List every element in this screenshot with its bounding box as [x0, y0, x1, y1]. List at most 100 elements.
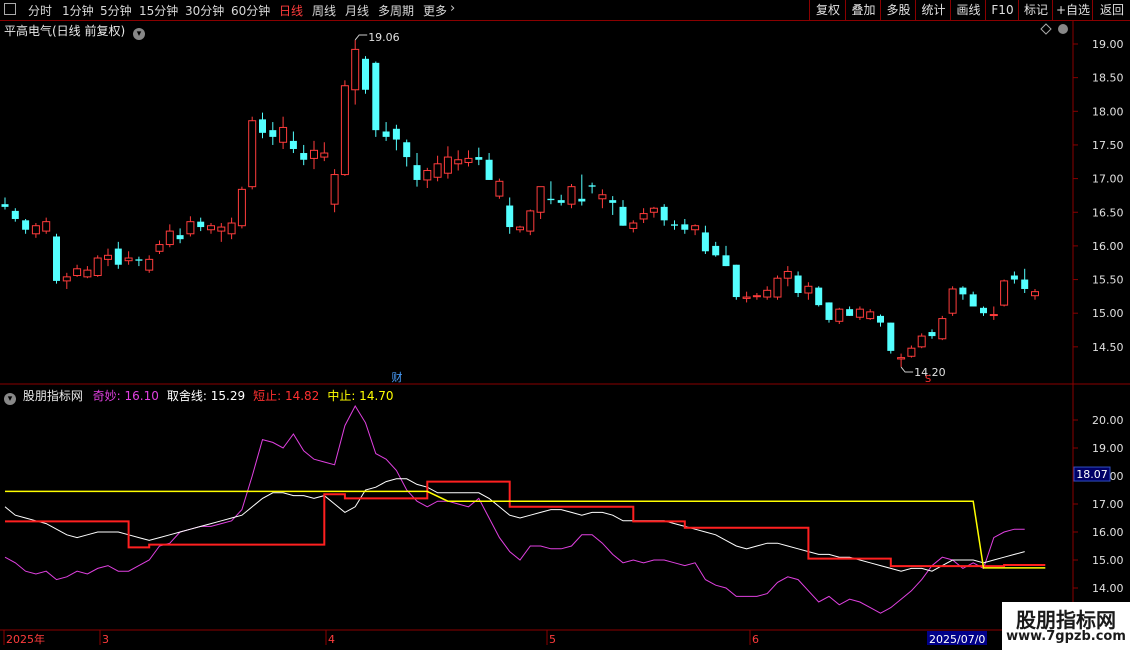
- candle-body: [969, 294, 977, 307]
- candle-body: [259, 119, 266, 133]
- candle: [578, 174, 586, 206]
- candle: [11, 208, 19, 222]
- toolbar-button-7[interactable]: +自选: [1052, 0, 1093, 20]
- candle: [289, 131, 297, 154]
- candle-body: [938, 318, 947, 340]
- toolbar-button-6[interactable]: 标记: [1018, 0, 1053, 20]
- candle: [989, 306, 998, 320]
- candle: [186, 216, 195, 237]
- date-label-4: 6: [752, 633, 759, 646]
- tab-6[interactable]: 日线: [279, 2, 303, 19]
- candle: [217, 223, 226, 242]
- tab-2[interactable]: 5分钟: [100, 2, 132, 19]
- toolbar-button-2[interactable]: 多股: [880, 0, 916, 20]
- more-chevron-icon[interactable]: ›: [450, 1, 455, 16]
- candle-body: [176, 235, 184, 240]
- candle-body: [732, 264, 740, 298]
- candle-body: [815, 287, 823, 306]
- candle-body: [794, 275, 802, 294]
- toolbar-button-5[interactable]: F10: [985, 0, 1019, 20]
- candle: [237, 186, 246, 229]
- candle: [846, 306, 854, 316]
- toolbar-button-0[interactable]: 复权: [809, 0, 846, 20]
- candle: [495, 178, 504, 199]
- toolbar-button-8[interactable]: 返回: [1092, 0, 1130, 20]
- candle: [443, 146, 452, 179]
- candle: [887, 322, 895, 354]
- candle-body: [526, 210, 535, 232]
- candle-body: [1000, 280, 1009, 306]
- candle-body: [269, 130, 277, 137]
- date-label-2: 4: [328, 633, 335, 646]
- candle-body: [773, 277, 782, 298]
- toolbar-button-4[interactable]: 画线: [950, 0, 986, 20]
- candle: [804, 282, 813, 300]
- candle-body: [855, 308, 864, 318]
- candle: [340, 80, 349, 176]
- candle-body: [567, 186, 576, 205]
- tab-0[interactable]: 分时: [28, 2, 52, 19]
- toolbar-menu-icon[interactable]: [4, 3, 16, 15]
- candle-body: [104, 254, 112, 260]
- toolbar-button-3[interactable]: 统计: [915, 0, 951, 20]
- candle-body: [443, 156, 452, 174]
- candle: [1, 197, 9, 210]
- indicator-field-2: 短止: 14.82: [253, 389, 320, 403]
- candle: [372, 61, 380, 137]
- candle-body: [660, 206, 668, 221]
- candle-body: [237, 188, 246, 227]
- candle: [207, 223, 215, 234]
- candle: [454, 150, 463, 171]
- candle: [485, 153, 493, 180]
- candle: [732, 264, 740, 300]
- tab-3[interactable]: 15分钟: [139, 2, 178, 19]
- candle-body: [506, 205, 514, 228]
- indicator-dropdown-icon[interactable]: ▾: [4, 393, 16, 405]
- tab-5[interactable]: 60分钟: [231, 2, 270, 19]
- tab-8[interactable]: 月线: [345, 2, 369, 19]
- diamond-icon: [1040, 23, 1052, 35]
- candle: [701, 225, 709, 254]
- candle-body: [310, 149, 318, 159]
- candle: [135, 256, 143, 267]
- tab-10[interactable]: 更多: [423, 2, 447, 19]
- candle: [403, 139, 411, 167]
- candle-body: [475, 157, 483, 160]
- toolbar-button-1[interactable]: 叠加: [845, 0, 881, 20]
- candle-body: [135, 259, 143, 261]
- current-value-label: 18.07: [1076, 468, 1108, 481]
- candle: [681, 218, 689, 234]
- candle-body: [248, 120, 257, 188]
- candle-body: [22, 220, 30, 230]
- candle-body: [145, 258, 154, 271]
- title-dropdown-icon[interactable]: ▾: [133, 28, 146, 40]
- candle-body: [928, 332, 936, 337]
- candle-body: [671, 224, 678, 226]
- tab-9[interactable]: 多周期: [378, 2, 414, 19]
- main-y-label-3: 17.50: [1092, 139, 1124, 152]
- candle-body: [423, 170, 432, 181]
- candle-body: [989, 314, 998, 317]
- candle: [197, 217, 205, 232]
- tab-1[interactable]: 1分钟: [62, 2, 94, 19]
- candle: [1000, 279, 1009, 307]
- candle: [794, 271, 802, 298]
- candle: [660, 204, 668, 226]
- candle-body: [413, 165, 421, 180]
- chart-canvas[interactable]: 19.00 18.50 18.00 17.50 17.00 16.50 16.00 15.50…: [0, 0, 1130, 650]
- tab-7[interactable]: 周线: [312, 2, 336, 19]
- candle: [907, 345, 916, 358]
- indicator-fields: 奇妙: 16.10 取舍线: 15.29 短止: 14.82 中止: 14.70: [93, 389, 402, 403]
- candle: [114, 241, 122, 269]
- ind-y-label-1: 19.00: [1092, 442, 1124, 455]
- candle: [423, 167, 432, 189]
- candle-body: [330, 174, 339, 205]
- ind-y-label-4: 16.00: [1092, 526, 1124, 539]
- candle: [83, 266, 92, 279]
- high-pointer: [354, 34, 368, 41]
- candle-body: [340, 85, 349, 176]
- candle: [825, 302, 833, 323]
- candle: [506, 197, 514, 234]
- candle: [22, 218, 30, 234]
- tab-4[interactable]: 30分钟: [185, 2, 224, 19]
